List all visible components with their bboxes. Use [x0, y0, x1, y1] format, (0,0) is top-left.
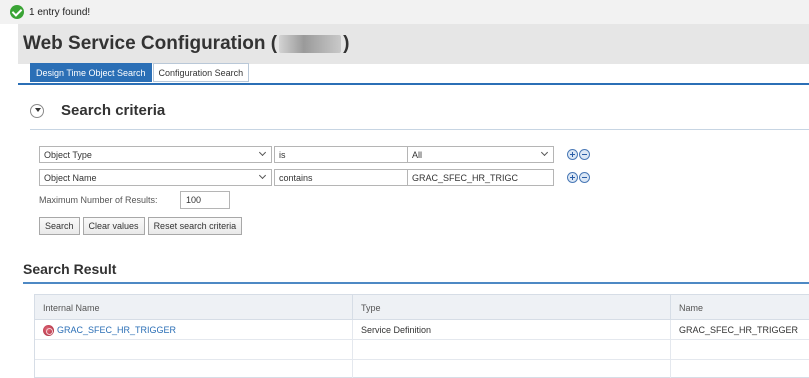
- tab-strip: Design Time Object Search Configuration …: [30, 63, 250, 82]
- tab-configuration-search[interactable]: Configuration Search: [152, 63, 250, 82]
- criteria-operator-value-2: contains: [279, 172, 313, 183]
- cell-type: Service Definition: [353, 320, 671, 340]
- criteria-operator-select-2[interactable]: contains: [274, 169, 422, 186]
- search-criteria-header: Search criteria: [30, 102, 165, 119]
- results-table: Internal Name Type Name GRAC_SFEC_HR_TRI…: [34, 294, 809, 378]
- add-row-icon[interactable]: [567, 172, 578, 183]
- message-bar: 1 entry found!: [0, 0, 809, 24]
- page-title: Web Service Configuration (): [23, 33, 349, 55]
- page-title-suffix: ): [343, 33, 350, 54]
- column-header-name[interactable]: Name: [671, 295, 809, 320]
- empty-cell: [353, 340, 671, 360]
- criteria-operator-select-1[interactable]: is: [274, 146, 422, 163]
- redacted-system-id: [279, 34, 342, 53]
- remove-row-icon[interactable]: [579, 172, 590, 183]
- search-result-title: Search Result: [23, 261, 117, 277]
- page-title-prefix: Web Service Configuration (: [23, 33, 278, 54]
- chevron-down-icon: [540, 148, 549, 157]
- message-text: 1 entry found!: [29, 6, 91, 18]
- tab-underline: [18, 83, 809, 85]
- criteria-field-select-2[interactable]: Object Name: [39, 169, 272, 186]
- object-name-input[interactable]: GRAC_SFEC_HR_TRIGC: [407, 169, 554, 186]
- criteria-operator-value-1: is: [279, 149, 286, 160]
- empty-cell: [35, 340, 353, 360]
- column-header-internal-name[interactable]: Internal Name: [35, 295, 353, 320]
- tab-design-time-object-search[interactable]: Design Time Object Search: [30, 63, 152, 82]
- row-actions-2: [567, 172, 591, 183]
- search-button-row: Search Clear values Reset search criteri…: [39, 217, 245, 235]
- internal-name-link[interactable]: GRAC_SFEC_HR_TRIGGER: [57, 325, 176, 335]
- cell-name: GRAC_SFEC_HR_TRIGGER: [679, 325, 799, 335]
- criteria-field-value-2: Object Name: [44, 172, 97, 183]
- service-definition-icon: [43, 324, 54, 336]
- criteria-value-1: All: [412, 149, 423, 160]
- empty-cell: [353, 360, 671, 378]
- collapse-toggle-icon[interactable]: [30, 103, 44, 118]
- max-results-label: Maximum Number of Results:: [39, 195, 158, 205]
- cell-internal-name[interactable]: GRAC_SFEC_HR_TRIGGER: [35, 320, 353, 340]
- success-check-icon: [10, 5, 24, 19]
- chevron-down-icon: [258, 148, 267, 157]
- page-header: Web Service Configuration (): [18, 24, 809, 64]
- criteria-field-value-1: Object Type: [44, 149, 92, 160]
- criteria-value-2: GRAC_SFEC_HR_TRIGC: [412, 172, 519, 183]
- result-divider: [23, 282, 809, 284]
- empty-cell: [35, 360, 353, 378]
- criteria-value-select-1[interactable]: All: [407, 146, 554, 163]
- max-results-input[interactable]: 100: [180, 191, 230, 209]
- row-actions-1: [567, 149, 591, 160]
- search-button[interactable]: Search: [39, 217, 80, 235]
- search-panel: Search criteria Object Type is All Objec…: [18, 83, 809, 378]
- section-divider: [30, 129, 809, 130]
- column-header-type[interactable]: Type: [353, 295, 671, 320]
- table-row-empty: [35, 340, 809, 360]
- add-row-icon[interactable]: [567, 149, 578, 160]
- search-criteria-title: Search criteria: [61, 102, 166, 119]
- remove-row-icon[interactable]: [579, 149, 590, 160]
- table-header: Internal Name Type Name: [35, 295, 809, 320]
- criteria-field-select-1[interactable]: Object Type: [39, 146, 272, 163]
- chevron-down-icon: [258, 171, 267, 180]
- table-row-empty: [35, 360, 809, 378]
- clear-values-button[interactable]: Clear values: [82, 217, 145, 235]
- table-row[interactable]: GRAC_SFEC_HR_TRIGGER Service Definition …: [35, 320, 809, 340]
- reset-criteria-button[interactable]: Reset search criteria: [147, 217, 243, 235]
